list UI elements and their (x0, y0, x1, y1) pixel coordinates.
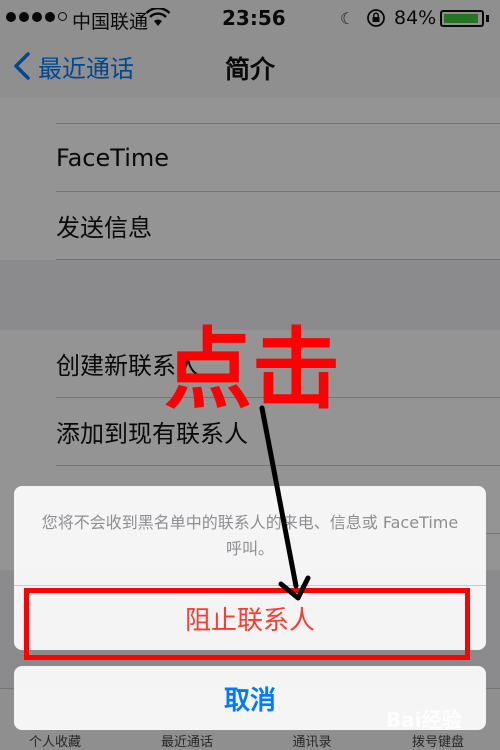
phone-screen: 中国联通 23:56 ☾ 84% 最近通话 简介 FaceTime 发送信息 创… (0, 0, 500, 750)
watermark-logo: Bai经验 (386, 708, 462, 732)
action-sheet-message: 您将不会收到黑名单中的联系人的来电、信息或 FaceTime 呼叫。 (14, 486, 486, 586)
annotation-tap-label: 点击 (164, 318, 341, 421)
annotation-highlight-box (24, 588, 470, 660)
